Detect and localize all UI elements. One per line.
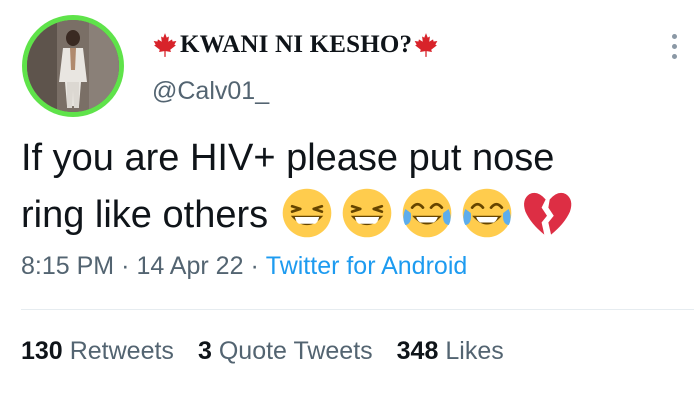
avatar[interactable] bbox=[22, 15, 124, 117]
tweet-time[interactable]: 8:15 PM bbox=[21, 252, 114, 280]
display-name-text: KWANI NI KESHO? bbox=[180, 31, 413, 58]
maple-leaf-icon bbox=[414, 33, 438, 57]
meta-separator: · bbox=[121, 252, 130, 280]
emoji-row bbox=[280, 186, 574, 240]
retweets-count: 130 bbox=[21, 337, 63, 365]
meta-separator: · bbox=[250, 252, 259, 280]
tweet-card: KWANI NI KESHO? @Calv01_ If you are HIV+… bbox=[0, 0, 694, 405]
avatar-photo bbox=[27, 20, 119, 112]
retweets-label: Retweets bbox=[69, 337, 174, 365]
face-with-tears-of-joy-icon bbox=[462, 188, 512, 238]
tweet-text-line-2-text: ring like others bbox=[21, 194, 269, 236]
tweet-stats: 130 Retweets 3 Quote Tweets 348 Likes bbox=[21, 337, 504, 366]
broken-heart-icon bbox=[524, 192, 572, 235]
quote-tweets-count: 3 bbox=[197, 337, 212, 365]
tweet-text-line-1: If you are HIV+ please put nose bbox=[21, 137, 555, 179]
likes-count: 348 bbox=[396, 337, 439, 365]
tweet-source-link[interactable]: Twitter for Android bbox=[266, 252, 467, 280]
user-handle[interactable]: @Calv01_ bbox=[152, 77, 269, 106]
tweet-text: If you are HIV+ please put nose ring lik… bbox=[21, 130, 671, 244]
quote-tweets-stat[interactable]: 3 Quote Tweets bbox=[198, 337, 373, 366]
more-options-icon[interactable] bbox=[668, 34, 680, 66]
grinning-squinting-face-icon bbox=[342, 188, 392, 238]
display-name[interactable]: KWANI NI KESHO? bbox=[152, 28, 439, 62]
grinning-squinting-face-icon bbox=[282, 188, 332, 238]
tweet-date[interactable]: 14 Apr 22 bbox=[136, 252, 243, 280]
likes-label: Likes bbox=[445, 337, 504, 365]
quote-tweets-label: Quote Tweets bbox=[218, 337, 373, 365]
maple-leaf-icon bbox=[153, 33, 177, 57]
likes-stat[interactable]: 348 Likes bbox=[397, 337, 504, 366]
tweet-meta: 8:15 PM · 14 Apr 22 · Twitter for Android bbox=[21, 252, 467, 281]
tweet-text-line-2: ring like others bbox=[21, 187, 671, 244]
retweets-stat[interactable]: 130 Retweets bbox=[21, 337, 174, 366]
divider bbox=[21, 309, 694, 310]
face-with-tears-of-joy-icon bbox=[402, 188, 452, 238]
